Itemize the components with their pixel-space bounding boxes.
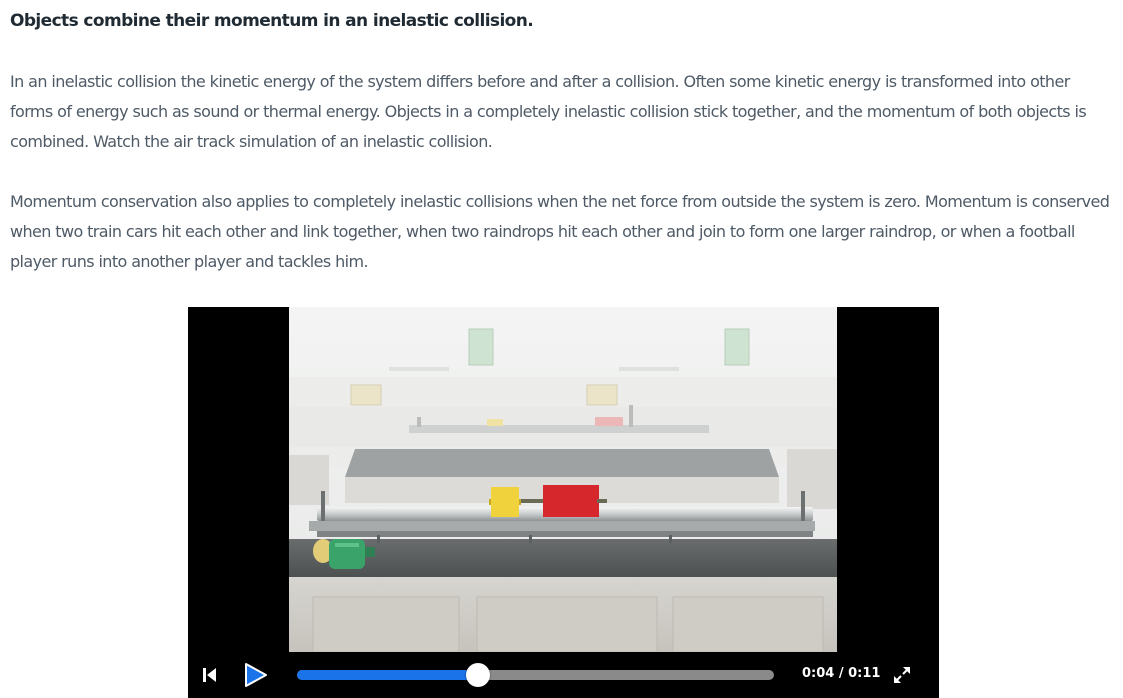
- skip-to-start-icon[interactable]: [200, 665, 220, 685]
- video-frame[interactable]: [289, 307, 837, 652]
- play-icon[interactable]: [242, 662, 268, 688]
- video-player[interactable]: 0:04 / 0:11: [188, 307, 939, 698]
- air-track-simulation: [289, 307, 837, 652]
- time-display: 0:04 / 0:11: [802, 666, 881, 681]
- left-glider: [491, 487, 519, 517]
- fullscreen-icon[interactable]: [891, 664, 913, 686]
- seek-bar[interactable]: [297, 663, 774, 687]
- seek-bar-handle[interactable]: [466, 663, 491, 687]
- momentum-conservation-paragraph: Momentum conservation also applies to co…: [10, 192, 1110, 271]
- intro-paragraph: In an inelastic collision the kinetic en…: [10, 72, 1087, 151]
- seek-bar-progress: [297, 670, 479, 680]
- video-controls: 0:04 / 0:11: [188, 652, 939, 698]
- article-heading: Objects combine their momentum in an ine…: [10, 11, 534, 31]
- right-glider: [543, 485, 599, 517]
